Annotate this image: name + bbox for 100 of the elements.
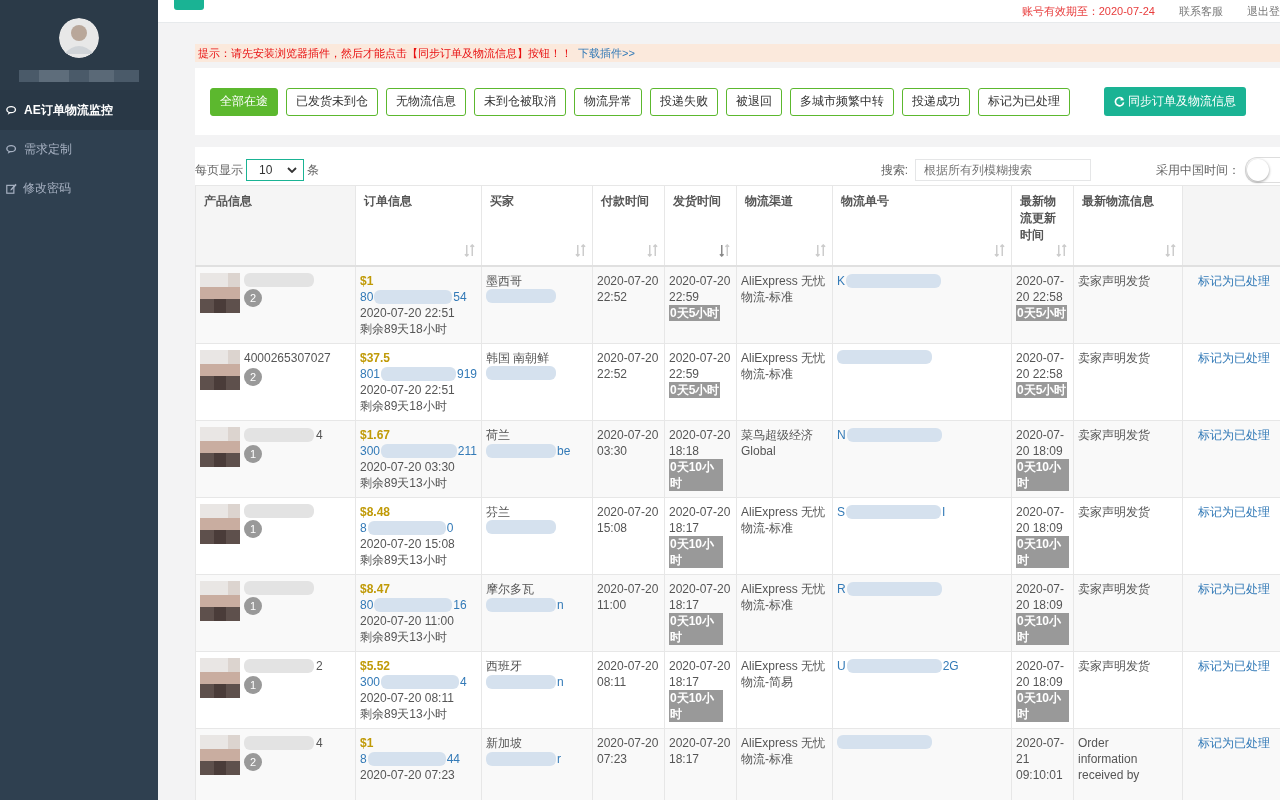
mark-processed-link[interactable]: 标记为已处理 — [1198, 428, 1270, 442]
tracking-number[interactable]: R — [837, 581, 846, 597]
column-header[interactable]: 产品信息 — [204, 193, 347, 210]
remaining-time: 剩余89天13小时 — [360, 629, 448, 645]
order-time: 2020-07-20 11:00 — [360, 613, 455, 629]
column-header[interactable]: 物流渠道 — [745, 193, 824, 210]
blurred-text — [486, 675, 556, 689]
order-number[interactable]: 300 — [360, 674, 381, 690]
sidebar-item[interactable]: 修改密码 — [0, 169, 158, 208]
order-number[interactable]: 211 — [457, 443, 477, 459]
elapsed-badge: 0天5小时 — [1016, 305, 1068, 321]
ship-time: 2020-07-20 22:59 — [669, 274, 731, 304]
order-price: $1 — [360, 273, 375, 289]
tracking-number[interactable]: U — [837, 658, 846, 674]
support-link[interactable]: 联系客服 — [1179, 3, 1223, 19]
tracking-number[interactable]: I — [942, 504, 946, 520]
mark-processed-link[interactable]: 标记为已处理 — [1198, 582, 1270, 596]
buyer-name[interactable]: r — [557, 751, 561, 767]
ship-time: 2020-07-20 18:17 — [669, 659, 731, 689]
blurred-text — [486, 366, 556, 380]
column-header[interactable]: 订单信息 — [364, 193, 473, 210]
order-number[interactable]: 54 — [453, 289, 467, 305]
buyer-country: 芬兰 — [486, 504, 511, 520]
filter-button[interactable]: 投递失败 — [650, 87, 718, 116]
order-number[interactable]: 919 — [456, 366, 477, 382]
sync-button[interactable]: 同步订单及物流信息 — [1104, 87, 1246, 116]
page-size-select[interactable]: 10 — [246, 159, 304, 181]
column-header[interactable]: 买家 — [490, 193, 584, 210]
order-number[interactable]: 16 — [453, 597, 467, 613]
column-header[interactable]: 物流单号 — [841, 193, 1003, 210]
order-price: $5.52 — [360, 658, 392, 674]
mark-processed-link[interactable]: 标记为已处理 — [1198, 659, 1270, 673]
shipping-channel: AliExpress 无忧物流-标准 — [741, 505, 826, 535]
remaining-time: 剩余89天13小时 — [360, 475, 448, 491]
mark-processed-link[interactable]: 标记为已处理 — [1198, 351, 1270, 365]
logistics-info: 卖家声明发货 — [1078, 659, 1150, 673]
menu-button[interactable] — [174, 0, 204, 10]
product-id: 2 — [316, 658, 323, 674]
elapsed-badge: 0天10小时 — [1016, 613, 1069, 645]
filter-button[interactable]: 物流异常 — [574, 87, 642, 116]
sidebar-item[interactable]: AE订单物流监控 — [0, 90, 158, 130]
buyer-name[interactable]: n — [557, 674, 564, 690]
tracking-number[interactable]: N — [837, 427, 846, 443]
download-link[interactable]: 下载插件>> — [578, 45, 635, 61]
sort-icon[interactable] — [1056, 244, 1067, 257]
order-number[interactable]: 4 — [460, 674, 467, 690]
order-number[interactable]: 8 — [360, 520, 367, 536]
sidebar-label: 修改密码 — [23, 180, 71, 197]
order-price: $8.47 — [360, 581, 392, 597]
filter-button[interactable]: 未到仓被取消 — [474, 87, 566, 116]
mark-processed-link[interactable]: 标记为已处理 — [1198, 274, 1270, 288]
filter-button[interactable]: 多城市频繁中转 — [790, 87, 894, 116]
shipping-channel: AliExpress 无忧物流-标准 — [741, 351, 826, 381]
sort-icon[interactable] — [647, 244, 658, 257]
column-header[interactable]: 最新物流信息 — [1082, 193, 1174, 210]
sort-icon[interactable] — [464, 244, 475, 257]
order-number[interactable]: 0 — [446, 520, 454, 536]
mark-processed-link[interactable]: 标记为已处理 — [1198, 505, 1270, 519]
shipping-channel: AliExpress 无忧物流-简易 — [741, 659, 826, 689]
order-number[interactable]: 8 — [360, 751, 367, 767]
sort-icon[interactable] — [719, 244, 730, 257]
sidebar-label: AE订单物流监控 — [24, 101, 113, 119]
logistics-info: 卖家声明发货 — [1078, 582, 1150, 596]
logout-link[interactable]: 退出登 — [1247, 3, 1280, 19]
buyer-country: 荷兰 — [486, 427, 511, 443]
product-id: 4000265307027 — [244, 350, 331, 366]
order-number[interactable]: 44 — [446, 751, 461, 767]
sort-icon[interactable] — [815, 244, 826, 257]
column-header[interactable]: 付款时间 — [601, 193, 656, 210]
sort-icon[interactable] — [1165, 244, 1176, 257]
sort-icon[interactable] — [994, 244, 1005, 257]
sidebar-item[interactable]: 需求定制 — [0, 130, 158, 169]
chat-icon — [6, 144, 18, 155]
ship-time: 2020-07-20 18:17 — [669, 582, 731, 612]
filter-button[interactable]: 投递成功 — [902, 87, 970, 116]
filter-button[interactable]: 标记为已处理 — [978, 87, 1070, 116]
china-time-toggle[interactable] — [1245, 157, 1280, 183]
order-number[interactable]: 801 — [360, 366, 381, 382]
blurred-text — [486, 598, 556, 612]
filter-button[interactable]: 被退回 — [726, 87, 782, 116]
order-number[interactable]: 300 — [360, 443, 381, 459]
buyer-name[interactable]: be — [557, 443, 571, 459]
tracking-number[interactable]: S — [837, 504, 845, 520]
quantity-badge: 1 — [244, 520, 262, 538]
filter-button[interactable]: 无物流信息 — [386, 87, 466, 116]
order-number[interactable]: 80 — [360, 597, 374, 613]
column-header[interactable]: 发货时间 — [673, 193, 728, 210]
tracking-number[interactable]: K — [837, 273, 845, 289]
order-number[interactable]: 80 — [360, 289, 374, 305]
update-time: 2020-07-20 22:58 — [1016, 351, 1065, 381]
tracking-number[interactable]: 2G — [942, 658, 959, 674]
filter-button[interactable]: 已发货未到仓 — [286, 87, 378, 116]
order-price: $1 — [360, 735, 375, 751]
sort-icon[interactable] — [575, 244, 586, 257]
filter-button[interactable]: 全部在途 — [210, 87, 278, 116]
search-field[interactable]: 根据所有列模糊搜索 — [915, 159, 1091, 181]
elapsed-badge: 0天10小时 — [669, 536, 723, 568]
mark-processed-link[interactable]: 标记为已处理 — [1198, 736, 1270, 750]
buyer-name[interactable]: n — [557, 597, 564, 613]
search-label: 搜索: — [880, 161, 908, 179]
